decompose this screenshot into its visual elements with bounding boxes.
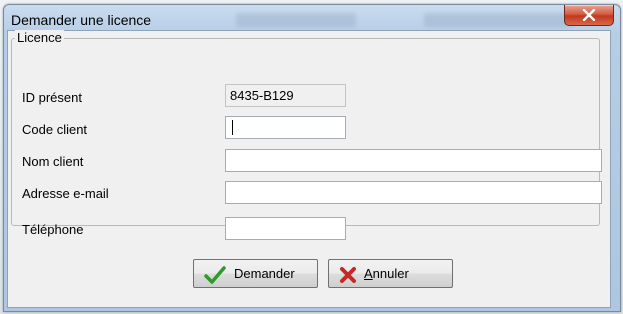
close-button[interactable] [564, 5, 614, 26]
email-input[interactable] [225, 181, 602, 204]
present-id-label: ID présent [22, 90, 82, 105]
text-caret [232, 120, 233, 135]
request-button-label: Demander [234, 266, 295, 281]
cancel-button-label: Annuler [364, 266, 409, 281]
background-window-ghost [424, 13, 574, 27]
cancel-button[interactable]: Annuler [328, 259, 453, 288]
window-title: Demander une licence [11, 12, 152, 28]
phone-label: Téléphone [22, 222, 84, 237]
cancel-mnemonic: A [364, 266, 373, 281]
licence-group-legend: Licence [15, 30, 64, 45]
cross-icon [340, 267, 356, 283]
background-window-ghost [236, 13, 356, 27]
present-id-value: 8435-B129 [225, 84, 346, 107]
client-code-input[interactable] [225, 116, 346, 139]
client-code-label: Code client [22, 122, 88, 137]
cancel-rest: nnuler [372, 266, 409, 281]
email-label: Adresse e-mail [22, 186, 109, 201]
client-name-label: Nom client [22, 154, 84, 169]
request-button[interactable]: Demander [193, 259, 318, 288]
close-icon [582, 9, 596, 21]
check-icon [204, 266, 226, 284]
phone-input[interactable] [225, 217, 346, 240]
client-name-input[interactable] [225, 149, 602, 172]
